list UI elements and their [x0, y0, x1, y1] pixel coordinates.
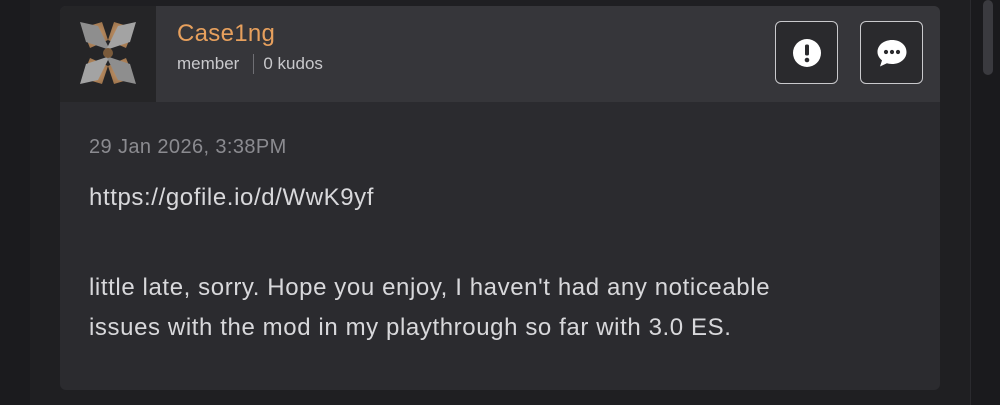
author-kudos: 0 kudos: [263, 54, 323, 73]
post-link[interactable]: https://gofile.io/d/WwK9yf: [89, 184, 919, 216]
post-body: 29 Jan 2026, 3:38PM https://gofile.io/d/…: [89, 136, 919, 348]
avatar-container[interactable]: [60, 6, 156, 102]
reply-button[interactable]: [860, 21, 923, 84]
username[interactable]: Case1ng: [177, 20, 275, 48]
scrollbar-thumb[interactable]: [983, 0, 993, 75]
message-line: little late, sorry. Hope you enjoy, I ha…: [89, 274, 771, 301]
x-logo-avatar[interactable]: [76, 18, 140, 88]
post-header: Case1ng member 0 kudos: [60, 6, 940, 102]
left-rail: [0, 0, 30, 405]
post-timestamp: 29 Jan 2026, 3:38PM: [89, 136, 287, 158]
report-button[interactable]: [775, 21, 838, 84]
post-message: little late, sorry. Hope you enjoy, I ha…: [89, 268, 919, 348]
post-card: Case1ng member 0 kudos 29 Jan 2026, 3:38…: [60, 6, 940, 390]
message-line: issues with the mod in my playthrough so…: [89, 314, 732, 341]
exclamation-icon: [792, 38, 821, 67]
author-role: member: [177, 54, 240, 73]
chat-bubble-icon: [877, 39, 906, 66]
meta-divider: [253, 54, 255, 74]
author-meta: member 0 kudos: [177, 54, 323, 74]
page: Case1ng member 0 kudos 29 Jan 2026, 3:38…: [0, 0, 1000, 405]
